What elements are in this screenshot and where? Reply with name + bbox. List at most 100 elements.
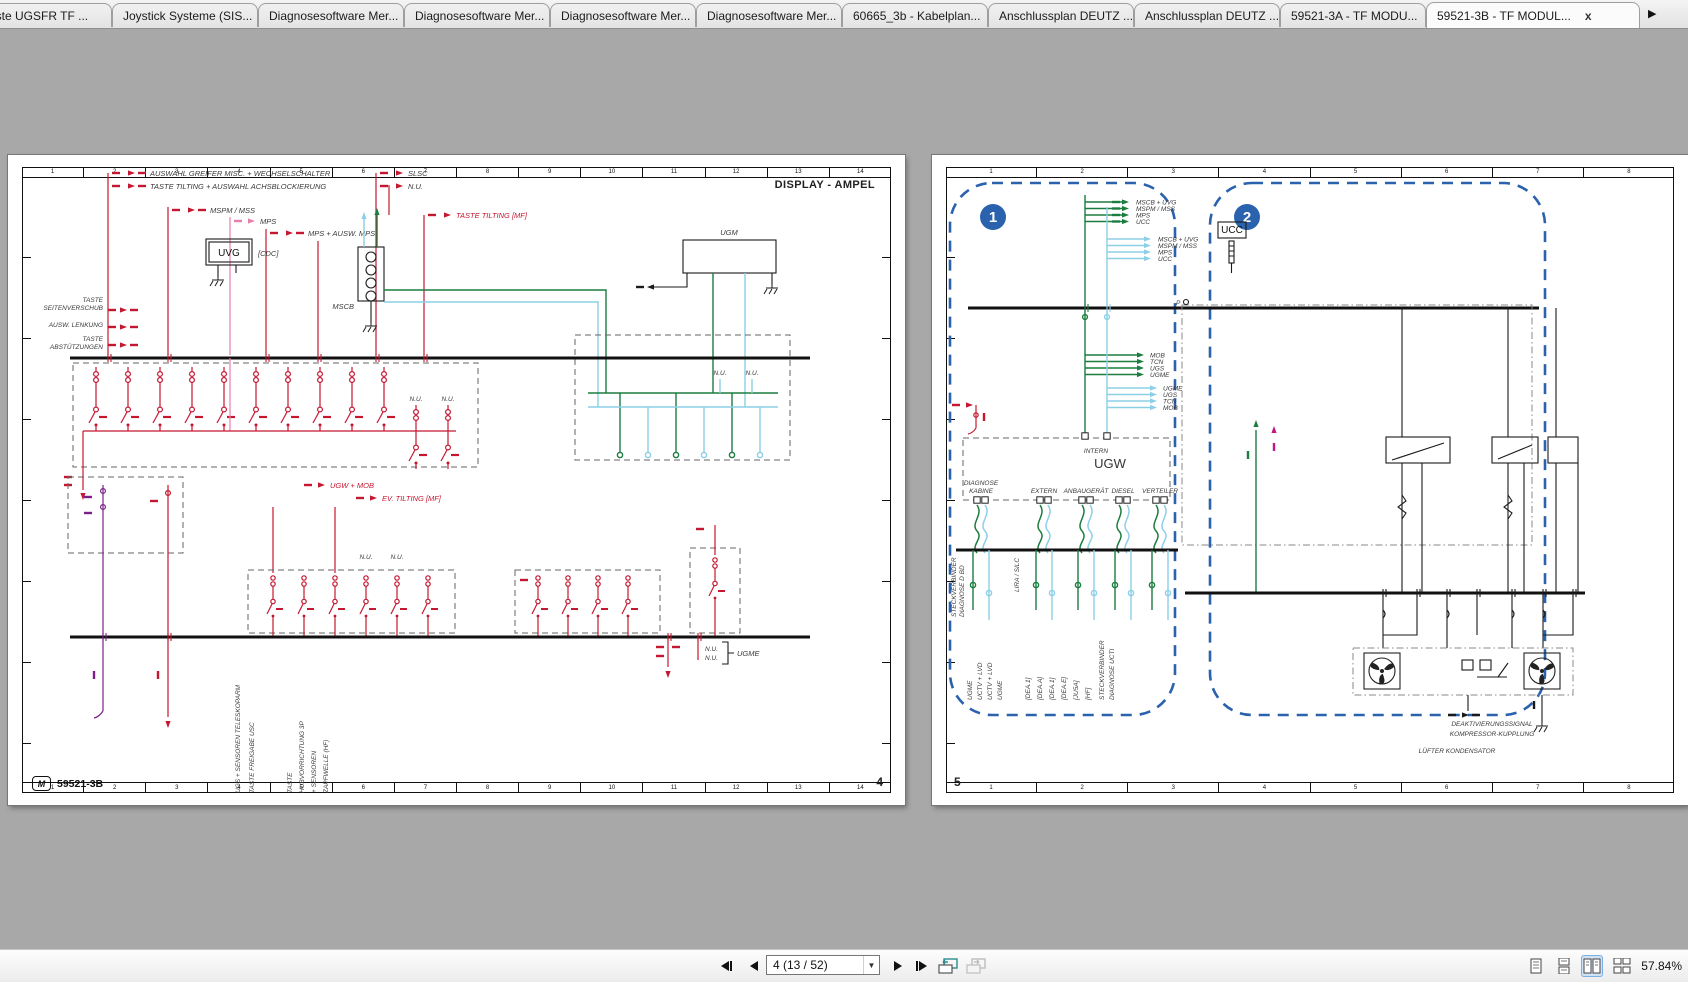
- green-cyan-region: N.U. N.U.: [575, 335, 790, 460]
- page-sheet-5: 12345678 12345678 1 2 UCC: [932, 155, 1688, 805]
- svg-text:STECKVERBINDER: STECKVERBINDER: [951, 557, 958, 617]
- tab-close-icon[interactable]: x: [1585, 9, 1592, 23]
- svg-text:+ SENSOREN: + SENSOREN: [311, 751, 318, 793]
- last-page-button[interactable]: [910, 954, 934, 978]
- svg-text:AUSW. LENKUNG: AUSW. LENKUNG: [48, 322, 103, 329]
- tab-label: lerliste UGSFR TF ...: [0, 9, 88, 23]
- tab-document-1[interactable]: lerliste UGSFR TF ...: [0, 3, 112, 27]
- svg-text:[DEA.1]: [DEA.1]: [1025, 677, 1032, 701]
- ugw-box: INTERN UGW DIAGNOSE KABINE EXTERN ANBAUG…: [963, 433, 1178, 503]
- svg-text:EV. TILTING [MF]: EV. TILTING [MF]: [382, 494, 442, 503]
- page-number-field[interactable]: ▼: [766, 955, 880, 975]
- tab-document-6[interactable]: Diagnosesoftware Mer...: [696, 3, 842, 27]
- next-page-button[interactable]: [886, 954, 910, 978]
- page-dropdown-icon[interactable]: ▼: [863, 956, 879, 974]
- switch-box-d: [515, 570, 660, 637]
- sheet-footer: M 59521-3B: [32, 776, 103, 791]
- next-page-icon: [892, 960, 904, 972]
- tab-bar: lerliste UGSFR TF ... Joystick Systeme (…: [0, 0, 1688, 29]
- ugw-wiring: [975, 505, 1166, 553]
- svg-text:STECKVERBINDER: STECKVERBINDER: [1099, 640, 1106, 700]
- next-view-button[interactable]: [964, 954, 988, 978]
- svg-text:[CDC]: [CDC]: [257, 249, 279, 258]
- svg-text:MOB: MOB: [1163, 405, 1178, 412]
- sheet5-schematic: 1 2 UCC MSCB + UVG MSPM / MSS: [932, 155, 1688, 805]
- region-2-circuit: P: [1176, 300, 1578, 594]
- svg-text:ABSTÜTZUNGEN: ABSTÜTZUNGEN: [49, 343, 103, 351]
- svg-text:[DEA.1]: [DEA.1]: [1049, 677, 1056, 701]
- sheet-page-number: 5: [954, 775, 961, 789]
- svg-text:[DEA.A]: [DEA.A]: [1037, 677, 1044, 701]
- tab-label: 59521-3B - TF MODUL...: [1437, 9, 1571, 23]
- tab-label: Anschlussplan DEUTZ ...: [999, 9, 1133, 23]
- tab-label: 59521-3A - TF MODU...: [1291, 9, 1418, 23]
- tab-label: Diagnosesoftware Mer...: [561, 9, 690, 23]
- svg-text:MSCB: MSCB: [332, 302, 354, 311]
- svg-text:[DEA.E]: [DEA.E]: [1061, 677, 1068, 701]
- page-sheet-4: 1234567891011121314 1234567891011121314 …: [8, 155, 905, 805]
- svg-text:DIAGNOSE: DIAGNOSE: [964, 480, 999, 487]
- svg-text:KOMPRESSOR-KUPPLUNG: KOMPRESSOR-KUPPLUNG: [1450, 731, 1535, 738]
- switch-box-e: [690, 525, 740, 637]
- tab-document-8[interactable]: Anschlussplan DEUTZ ...: [988, 3, 1134, 27]
- first-page-button[interactable]: [714, 954, 738, 978]
- bus2-cluster: N.U. N.U. UGME: [103, 633, 760, 678]
- svg-text:LÜFTER KONDENSATOR: LÜFTER KONDENSATOR: [1419, 747, 1496, 755]
- sheet-page-number: 4: [876, 775, 883, 789]
- navigation-toolbar: ▼ 57.84%: [0, 949, 1688, 982]
- brand-logo-icon: M: [32, 776, 51, 791]
- document-canvas: 1234567891011121314 1234567891011121314 …: [0, 28, 1688, 950]
- rotated-labels: UGS + SENSOREN TELESKOPARM TASTE FREIGAB…: [235, 684, 330, 794]
- tab-document-2[interactable]: Joystick Systeme (SIS...: [112, 3, 258, 27]
- switch-box-c: UGW + MOB EV. TILTING [MF] N.U. N.U.: [248, 481, 455, 637]
- tab-scroll-right-icon[interactable]: ▶: [1648, 7, 1656, 20]
- tab-document-4[interactable]: Diagnosesoftware Mer...: [404, 3, 550, 27]
- svg-text:UGS + SENSOREN TELESKOPARM: UGS + SENSOREN TELESKOPARM: [235, 684, 242, 793]
- single-page-icon: [1529, 958, 1543, 974]
- tab-document-10[interactable]: 59521-3A - TF MODU...: [1280, 3, 1426, 27]
- svg-text:ANBAUGERÄT: ANBAUGERÄT: [1063, 487, 1110, 495]
- svg-text:TASTE FREIGABE USC: TASTE FREIGABE USC: [249, 722, 256, 793]
- svg-text:N.U.: N.U.: [410, 396, 423, 403]
- previous-page-button[interactable]: [742, 954, 766, 978]
- svg-text:VERTEILER: VERTEILER: [1142, 488, 1178, 495]
- svg-text:LIRA / SILC: LIRA / SILC: [1014, 558, 1021, 592]
- sheet4-schematic: AUSWAHL GREIFER MISC. + WECHSELSCHALTER …: [8, 155, 905, 805]
- tab-label: Joystick Systeme (SIS...: [123, 9, 252, 23]
- previous-view-button[interactable]: [936, 954, 960, 978]
- svg-text:N.U.: N.U.: [442, 396, 455, 403]
- zoom-level[interactable]: 57.84%: [1641, 959, 1682, 973]
- layout-single-page-button[interactable]: [1526, 956, 1546, 976]
- svg-text:UGW: UGW: [1094, 456, 1127, 471]
- svg-text:UGME: UGME: [1150, 372, 1170, 379]
- layout-two-page-button[interactable]: [1582, 956, 1602, 976]
- rotated-labels: STECKVERBINDER DIAGNOSE D BD LIRA / SILC…: [951, 557, 1116, 701]
- page-number-input[interactable]: [767, 958, 863, 972]
- bus1-junctions: [1083, 304, 1110, 319]
- two-page-continuous-icon: [1613, 958, 1631, 974]
- fan-circuit: DEAKTIVIERUNGSSIGNAL KOMPRESSOR-KUPPLUNG…: [1353, 589, 1576, 755]
- tab-label: Diagnosesoftware Mer...: [415, 9, 544, 23]
- layout-two-page-continuous-button[interactable]: [1612, 956, 1632, 976]
- svg-text:2: 2: [1243, 209, 1251, 226]
- svg-text:MPS: MPS: [260, 217, 276, 226]
- next-view-icon: [965, 957, 987, 975]
- tab-document-7[interactable]: 60665_3b - Kabelplan...: [842, 3, 988, 27]
- tab-document-3[interactable]: Diagnosesoftware Mer...: [258, 3, 404, 27]
- svg-text:N.U.: N.U.: [705, 646, 718, 653]
- tab-document-9[interactable]: Anschlussplan DEUTZ ...: [1134, 3, 1280, 27]
- svg-text:UGM: UGM: [720, 228, 738, 237]
- svg-text:UCTV + LVD: UCTV + LVD: [987, 662, 994, 700]
- tab-document-5[interactable]: Diagnosesoftware Mer...: [550, 3, 696, 27]
- svg-text:UGME: UGME: [967, 680, 974, 700]
- layout-continuous-button[interactable]: [1554, 956, 1574, 976]
- svg-text:ZAPFWELLE (HF): ZAPFWELLE (HF): [323, 740, 330, 794]
- svg-text:N.U.: N.U.: [408, 182, 423, 191]
- ugm-box: UGM: [636, 228, 778, 407]
- svg-text:HUBVORRICHTUNG 3P: HUBVORRICHTUNG 3P: [299, 720, 306, 793]
- first-page-icon: [719, 960, 733, 972]
- previous-page-icon: [748, 960, 760, 972]
- two-page-icon: [1583, 958, 1601, 974]
- tab-document-11-active[interactable]: 59521-3B - TF MODUL... x: [1426, 2, 1640, 28]
- svg-text:AUSWAHL GREIFER MISC. + WECHSE: AUSWAHL GREIFER MISC. + WECHSELSCHALTER: [149, 169, 331, 178]
